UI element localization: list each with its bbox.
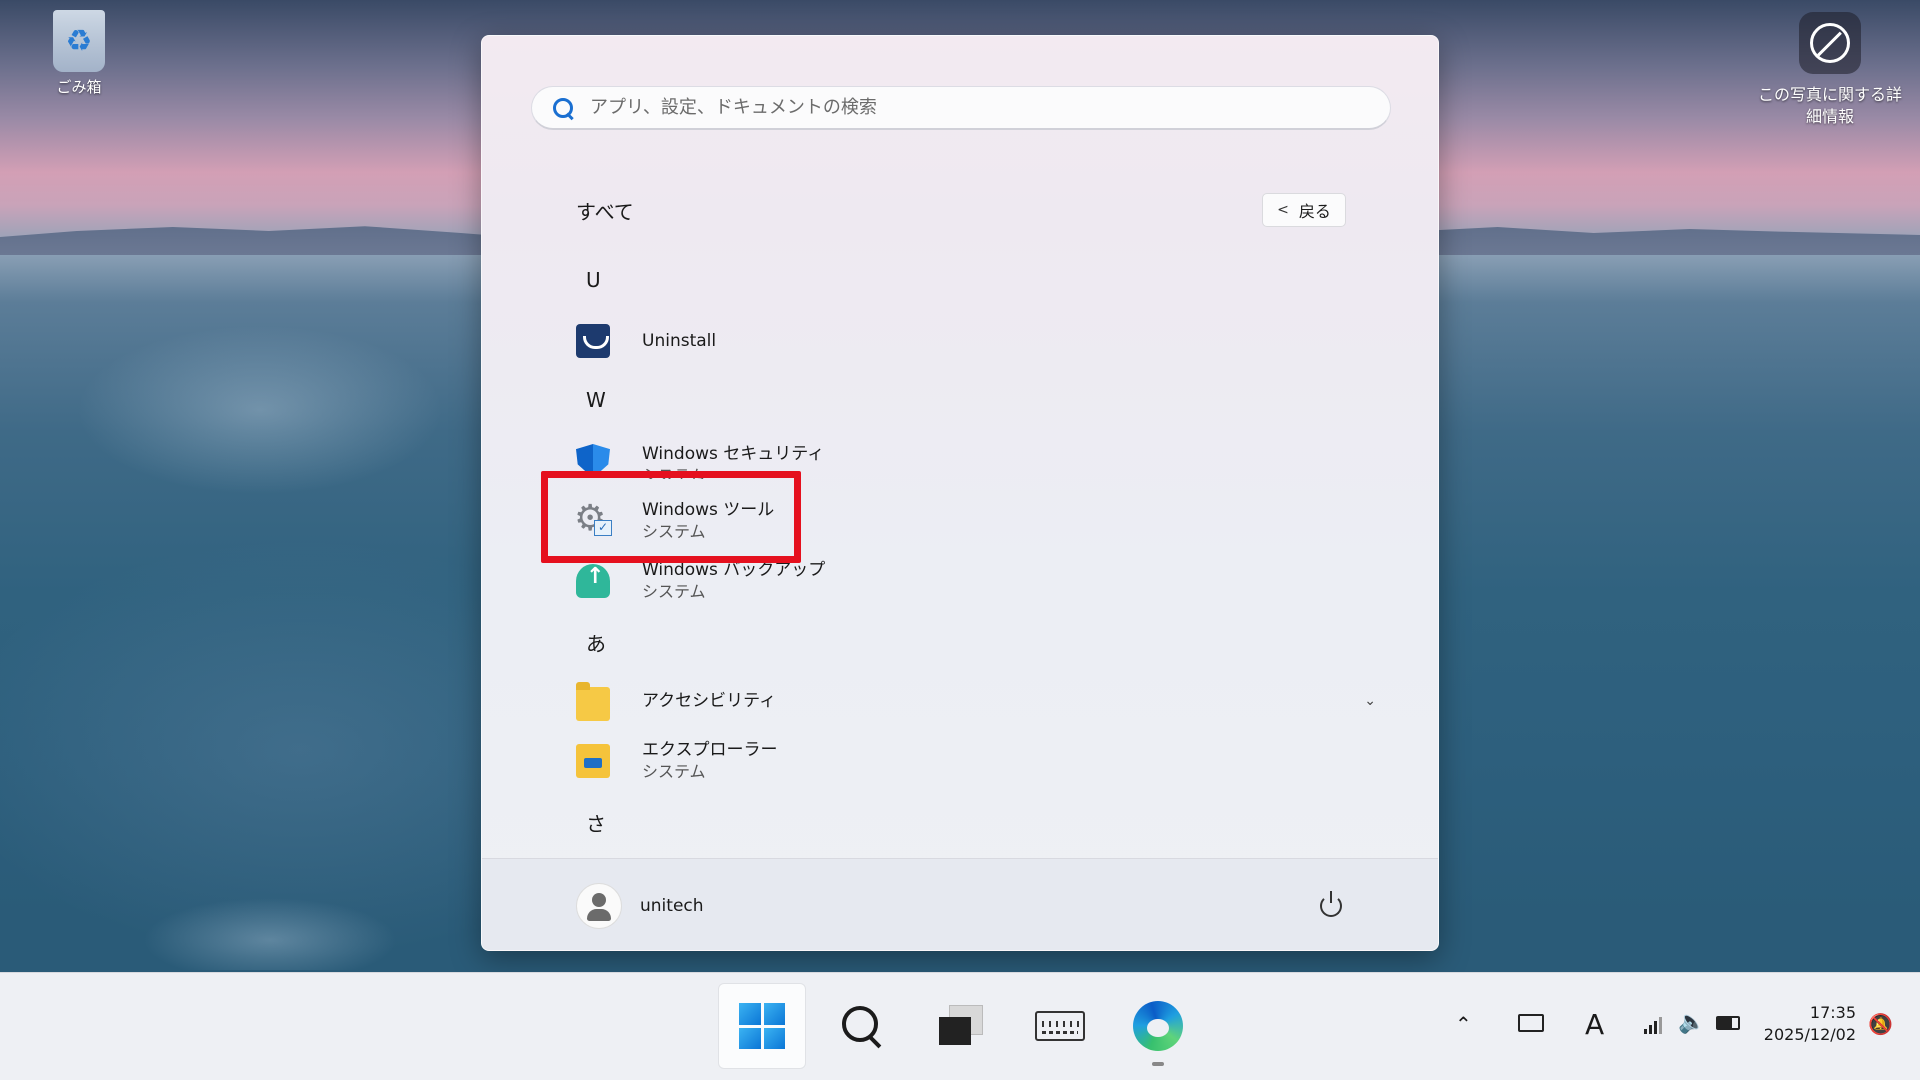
windows-logo-icon [739, 1003, 785, 1049]
task-view-icon [937, 1003, 983, 1049]
back-button-label: 戻る [1298, 202, 1331, 221]
input-keyboard-icon[interactable] [1518, 1014, 1544, 1032]
photo-info-label-line2: 細情報 [1805, 107, 1854, 126]
touch-keyboard-button[interactable] [1016, 983, 1104, 1069]
edge-icon [1133, 1001, 1183, 1051]
photo-info-label-line1: この写真に関する詳 [1757, 85, 1902, 104]
clock[interactable]: 17:35 2025/12/02 [1760, 1002, 1856, 1046]
edge-button[interactable] [1114, 983, 1202, 1069]
search-icon [552, 97, 574, 119]
spotlight-icon [1799, 12, 1861, 74]
power-icon[interactable] [1320, 891, 1342, 917]
avatar [576, 883, 622, 929]
taskbar-search-button[interactable] [818, 983, 906, 1069]
clock-date: 2025/12/02 [1763, 1025, 1856, 1044]
volume-icon[interactable]: 🔈 [1678, 1010, 1705, 1035]
app-name: Uninstall [642, 331, 717, 351]
app-item-windows-backup[interactable]: Windows バックアップ システム [576, 554, 1376, 608]
app-subtitle: システム [642, 762, 706, 781]
app-subtitle: システム [642, 466, 706, 479]
app-subtitle: システム [642, 582, 706, 601]
app-subtitle: システム [642, 522, 706, 541]
app-item-file-explorer[interactable]: エクスプローラー システム [576, 734, 1376, 788]
start-menu: すべて < 戻る U Uninstall W Windows セキュリティ シス… [481, 35, 1439, 951]
chevron-down-icon[interactable]: ⌄ [1364, 693, 1376, 709]
recycle-bin-label: ごみ箱 [56, 78, 102, 96]
recycle-bin-icon [53, 10, 105, 72]
show-hidden-icons-chevron-up-icon[interactable]: ⌃ [1455, 1012, 1472, 1036]
keyboard-icon [1035, 1011, 1085, 1041]
file-explorer-icon [576, 744, 610, 778]
app-name: Windows バックアップ [642, 560, 826, 580]
start-search-box[interactable] [531, 86, 1391, 130]
group-letter-w[interactable]: W [586, 388, 606, 412]
ime-mode-indicator[interactable]: A [1585, 1008, 1604, 1041]
shield-icon [576, 444, 610, 478]
app-name: Windows セキュリティ [642, 444, 825, 464]
network-signal-icon[interactable] [1644, 1014, 1664, 1034]
notification-bell-icon[interactable]: 🔕 [1868, 1012, 1893, 1036]
cloud-upload-icon [576, 564, 610, 598]
search-input[interactable] [590, 97, 1350, 118]
recycle-bin-desktop-icon[interactable]: ごみ箱 [40, 10, 118, 97]
clock-time: 17:35 [1809, 1003, 1856, 1022]
battery-icon[interactable] [1716, 1016, 1740, 1030]
app-item-windows-security[interactable]: Windows セキュリティ システム [576, 434, 1376, 488]
uninstall-icon [576, 324, 610, 358]
app-item-accessibility[interactable]: アクセシビリティ ⌄ [576, 674, 1376, 728]
app-name: アクセシビリティ [642, 691, 777, 711]
photo-info-desktop-icon[interactable]: この写真に関する詳 細情報 [1750, 12, 1910, 128]
app-item-uninstall[interactable]: Uninstall [576, 314, 1376, 368]
user-name: unitech [640, 896, 704, 916]
group-letter-a[interactable]: あ [586, 628, 606, 657]
app-name: エクスプローラー [642, 740, 778, 760]
chevron-left-icon: < [1277, 202, 1289, 218]
folder-icon [576, 682, 610, 721]
task-view-button[interactable] [916, 983, 1004, 1069]
group-letter-sa[interactable]: さ [586, 808, 606, 837]
group-letter-u[interactable]: U [586, 268, 601, 292]
start-menu-footer: unitech [482, 858, 1438, 950]
app-name: Windows ツール [642, 500, 775, 520]
search-icon [840, 1004, 884, 1048]
back-button[interactable]: < 戻る [1262, 193, 1346, 227]
user-account-button[interactable]: unitech [576, 883, 704, 929]
all-apps-title: すべて [576, 200, 634, 224]
app-item-windows-tools[interactable]: Windows ツール システム [574, 494, 1376, 548]
start-button[interactable] [718, 983, 806, 1069]
running-indicator [1152, 1062, 1164, 1066]
gear-check-icon [574, 498, 612, 539]
taskbar [0, 972, 1920, 1080]
